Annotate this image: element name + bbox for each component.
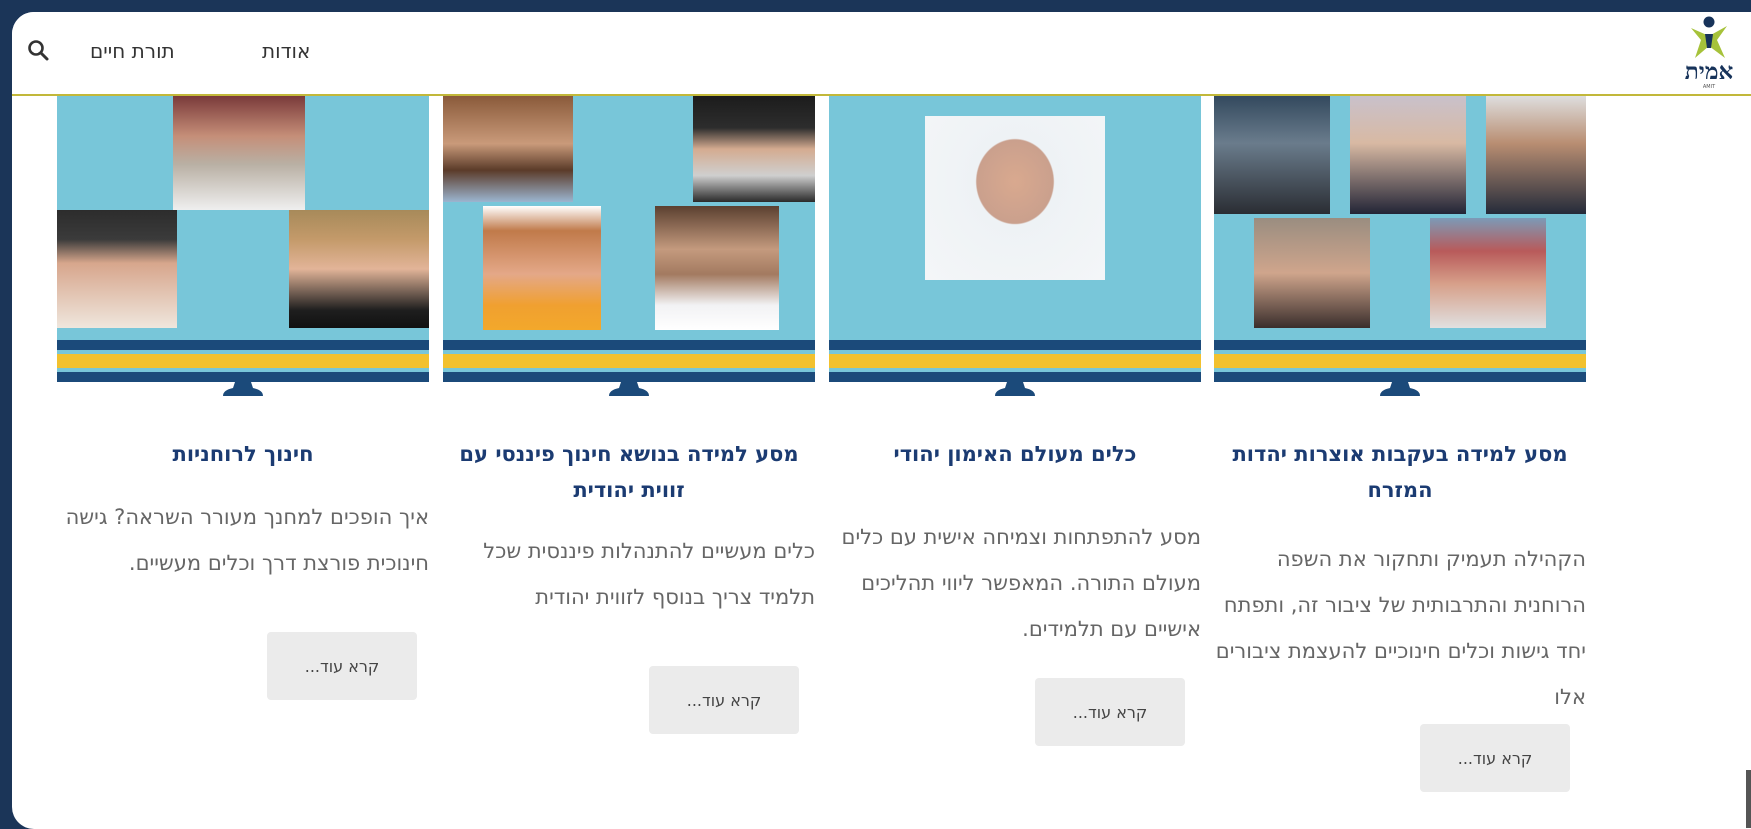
tv-screen (443, 96, 815, 340)
course-card-spiritual-education: חינוך לרוחניות איך הופכים למחנך מעורר הש… (57, 96, 429, 700)
tv-stand-icon (223, 382, 263, 396)
portrait-photo (289, 210, 429, 328)
tv-screen (829, 96, 1201, 340)
nav-torat-chaim[interactable]: תורת חיים (90, 39, 175, 63)
tv-stand-icon (1380, 382, 1420, 396)
portrait-photo (1486, 96, 1586, 214)
tv-stand-icon (609, 382, 649, 396)
portrait-photo (655, 206, 779, 330)
tv-base-stripes (1214, 340, 1586, 382)
portrait-photo (173, 96, 305, 210)
tv-illustration (57, 96, 429, 396)
logo-figure-icon (1691, 16, 1727, 58)
logo-text: אמית (1684, 58, 1734, 85)
course-card-jewish-coaching: כלים מעולם האימון יהודי מסע להתפתחות וצמ… (829, 96, 1201, 746)
course-card-financial-education: מסע למידה בנושא חינוך פיננסי עם זווית יה… (443, 96, 815, 734)
portrait-photo (925, 116, 1105, 280)
tv-base-stripes (829, 340, 1201, 382)
tv-illustration (443, 96, 815, 396)
course-card-eastern-judaism: מסע למידה בעקבות אוצרות יהדות המזרח הקהי… (1214, 96, 1586, 792)
tv-screen (57, 96, 429, 340)
site-header: אמית AMIT אודות תורת חיים (12, 12, 1751, 96)
tv-stand-icon (995, 382, 1035, 396)
portrait-photo (693, 96, 815, 202)
card-title: חינוך לרוחניות (172, 442, 314, 466)
portrait-photo (57, 210, 177, 328)
card-description: מסע להתפתחות וצמיחה אישית עם כלים מעולם … (841, 525, 1201, 641)
tv-base-stripes (57, 340, 429, 382)
portrait-photo (1430, 218, 1546, 328)
portrait-photo (1214, 96, 1330, 214)
tv-illustration (829, 96, 1201, 396)
logo-subtitle: AMIT (1702, 84, 1716, 90)
scrollbar-thumb[interactable] (1746, 770, 1751, 828)
tv-base-stripes (443, 340, 815, 382)
card-description: הקהילה תעמיק ותחקור את השפה הרוחנית והתר… (1215, 547, 1586, 709)
card-title: מסע למידה בעקבות אוצרות יהדות המזרח (1232, 442, 1568, 502)
site-logo[interactable]: אמית AMIT (1679, 14, 1739, 92)
read-more-button[interactable]: קרא עוד... (1035, 678, 1185, 746)
read-more-button[interactable]: קרא עוד... (267, 632, 417, 700)
nav-about[interactable]: אודות (262, 39, 310, 63)
search-icon[interactable] (26, 38, 50, 62)
tv-illustration (1214, 96, 1586, 396)
card-description: איך הופכים למחנך מעורר השראה? גישה חינוכ… (65, 505, 429, 575)
card-title: כלים מעולם האימון יהודי (893, 442, 1137, 466)
portrait-photo (483, 206, 601, 330)
read-more-button[interactable]: קרא עוד... (649, 666, 799, 734)
portrait-photo (1350, 96, 1466, 214)
tv-screen (1214, 96, 1586, 340)
page-frame: אמית AMIT אודות תורת חיים מסע למידה בעקב… (12, 12, 1751, 829)
portrait-photo (1254, 218, 1370, 328)
portrait-photo (443, 96, 573, 202)
read-more-button[interactable]: קרא עוד... (1420, 724, 1570, 792)
card-title: מסע למידה בנושא חינוך פיננסי עם זווית יה… (459, 442, 799, 502)
card-description: כלים מעשיים להתנהלות פיננסית שכל תלמיד צ… (483, 539, 815, 609)
